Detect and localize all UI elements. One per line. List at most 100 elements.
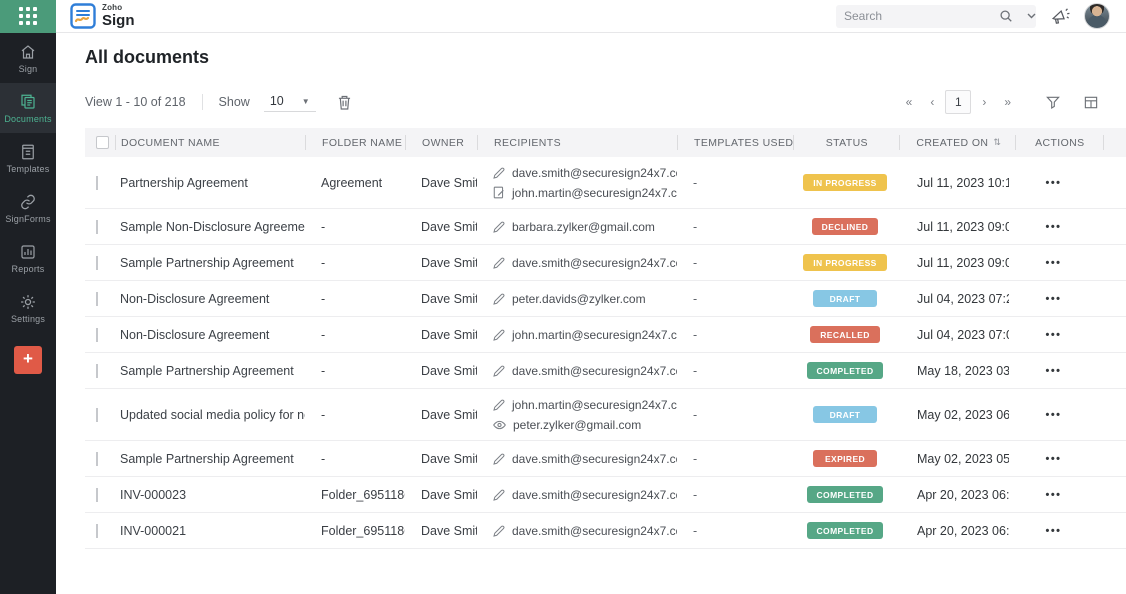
- row-actions-menu-icon[interactable]: •••: [1045, 257, 1061, 269]
- row-checkbox[interactable]: [96, 488, 98, 502]
- sidebar-item-sign[interactable]: Sign: [0, 33, 56, 83]
- document-name[interactable]: INV-000023: [115, 488, 305, 502]
- pen-icon: [493, 453, 505, 465]
- row-checkbox-cell: [85, 364, 115, 378]
- row-checkbox[interactable]: [96, 452, 98, 466]
- status-cell: EXPIRED: [787, 450, 893, 467]
- document-name[interactable]: Sample Non-Disclosure Agreement: [115, 220, 305, 234]
- status-badge: IN PROGRESS: [803, 254, 886, 271]
- folder-name: -: [305, 328, 405, 342]
- create-document-button[interactable]: +: [14, 346, 42, 374]
- templates-used: -: [677, 176, 787, 190]
- trash-icon[interactable]: [338, 95, 351, 110]
- recipients-cell: dave.smith@securesign24x7.com: [477, 256, 677, 270]
- actions-cell: •••: [1009, 489, 1098, 501]
- column-header-created-on[interactable]: CREATED ON ⇅: [899, 135, 1015, 150]
- status-cell: IN PROGRESS: [787, 174, 893, 191]
- templates-used: -: [677, 328, 787, 342]
- recipient-email: dave.smith@securesign24x7.com: [512, 488, 677, 502]
- row-checkbox[interactable]: [96, 256, 98, 270]
- table-row[interactable]: Sample Partnership Agreement-Dave Smithd…: [85, 441, 1126, 477]
- table-row[interactable]: Sample Partnership Agreement-Dave Smithd…: [85, 245, 1126, 281]
- templates-used: -: [677, 220, 787, 234]
- recipient: dave.smith@securesign24x7.com: [493, 524, 677, 538]
- row-actions-menu-icon[interactable]: •••: [1045, 329, 1061, 341]
- sidebar-item-documents[interactable]: Documents: [0, 83, 56, 133]
- page-size-select[interactable]: 10 ▼: [264, 92, 316, 112]
- row-checkbox[interactable]: [96, 408, 98, 422]
- pagination-prev-button[interactable]: ‹: [921, 95, 943, 109]
- select-all-checkbox[interactable]: [96, 136, 109, 149]
- templates-used: -: [677, 452, 787, 466]
- announcement-icon[interactable]: [1050, 7, 1070, 25]
- table-row[interactable]: Partnership AgreementAgreementDave Smith…: [85, 157, 1126, 209]
- sidebar-item-templates[interactable]: Templates: [0, 133, 56, 183]
- row-actions-menu-icon[interactable]: •••: [1045, 365, 1061, 377]
- recipient-email: peter.zylker@gmail.com: [513, 418, 641, 432]
- table-row[interactable]: Non-Disclosure Agreement-Dave Smithjohn.…: [85, 317, 1126, 353]
- row-checkbox[interactable]: [96, 176, 98, 190]
- table-row[interactable]: INV-000023Folder_695118651Dave Smithdave…: [85, 477, 1126, 513]
- filter-icon[interactable]: [1046, 96, 1060, 109]
- row-checkbox[interactable]: [96, 328, 98, 342]
- document-name[interactable]: Sample Partnership Agreement: [115, 452, 305, 466]
- pagination-last-button[interactable]: »: [995, 95, 1020, 109]
- recipient: peter.zylker@gmail.com: [493, 418, 677, 432]
- pen-icon: [493, 329, 505, 341]
- created-on-date: Apr 20, 2023 06:43: [893, 524, 1009, 538]
- column-header-label: DOCUMENT NAME: [121, 137, 220, 149]
- document-name[interactable]: Updated social media policy for new hire…: [115, 408, 305, 422]
- row-checkbox-cell: [85, 256, 115, 270]
- document-name[interactable]: INV-000021: [115, 524, 305, 538]
- document-name[interactable]: Partnership Agreement: [115, 176, 305, 190]
- row-checkbox[interactable]: [96, 364, 98, 378]
- pagination-first-button[interactable]: «: [897, 95, 922, 109]
- row-checkbox-cell: [85, 292, 115, 306]
- table-row[interactable]: Sample Non-Disclosure Agreement-Dave Smi…: [85, 209, 1126, 245]
- document-name[interactable]: Non-Disclosure Agreement: [115, 292, 305, 306]
- row-checkbox[interactable]: [96, 524, 98, 538]
- row-actions-menu-icon[interactable]: •••: [1045, 221, 1061, 233]
- document-name[interactable]: Sample Partnership Agreement: [115, 256, 305, 270]
- row-actions-menu-icon[interactable]: •••: [1045, 177, 1061, 189]
- app-grid-button[interactable]: [0, 0, 56, 33]
- zoho-sign-logo-icon: [70, 3, 96, 29]
- document-name[interactable]: Non-Disclosure Agreement: [115, 328, 305, 342]
- table-header-row: DOCUMENT NAMEFOLDER NAMEOWNERRECIPIENTST…: [85, 128, 1126, 157]
- user-avatar[interactable]: [1084, 3, 1110, 29]
- search-input[interactable]: [844, 9, 999, 23]
- row-actions-menu-icon[interactable]: •••: [1045, 293, 1061, 305]
- folder-name: -: [305, 256, 405, 270]
- sort-icon[interactable]: ⇅: [993, 137, 1001, 148]
- table-row[interactable]: Updated social media policy for new hire…: [85, 389, 1126, 441]
- row-actions-menu-icon[interactable]: •••: [1045, 453, 1061, 465]
- row-actions-menu-icon[interactable]: •••: [1045, 489, 1061, 501]
- table-row[interactable]: INV-000021Folder_695118651Dave Smithdave…: [85, 513, 1126, 549]
- status-cell: COMPLETED: [787, 522, 893, 539]
- column-header-label: CREATED ON: [916, 137, 988, 149]
- table-row[interactable]: Non-Disclosure Agreement-Dave Smithpeter…: [85, 281, 1126, 317]
- sidebar-item-signforms[interactable]: SignForms: [0, 183, 56, 233]
- search-icon[interactable]: [999, 9, 1013, 23]
- row-actions-menu-icon[interactable]: •••: [1045, 525, 1061, 537]
- sidebar-item-reports[interactable]: Reports: [0, 233, 56, 283]
- sidebar-item-settings[interactable]: Settings: [0, 283, 56, 333]
- owner-name: Dave Smith: [405, 292, 477, 306]
- pagination-next-button[interactable]: ›: [973, 95, 995, 109]
- row-checkbox-cell: [85, 452, 115, 466]
- row-actions-menu-icon[interactable]: •••: [1045, 409, 1061, 421]
- row-checkbox[interactable]: [96, 220, 98, 234]
- templates-used: -: [677, 256, 787, 270]
- search-box[interactable]: [836, 5, 1036, 28]
- recipients-cell: john.martin@securesign24x7.competer.zylk…: [477, 398, 677, 432]
- column-settings-icon[interactable]: [1084, 96, 1098, 109]
- toolbar: View 1 - 10 of 218 Show 10 ▼ « ‹ 1 › »: [85, 89, 1098, 115]
- page-size-chevron-icon: ▼: [302, 97, 310, 106]
- pen-icon: [493, 293, 505, 305]
- status-cell: IN PROGRESS: [787, 254, 893, 271]
- row-checkbox[interactable]: [96, 292, 98, 306]
- pagination-current-page[interactable]: 1: [945, 90, 971, 114]
- search-chevron-down-icon[interactable]: [1027, 13, 1036, 19]
- table-row[interactable]: Sample Partnership Agreement-Dave Smithd…: [85, 353, 1126, 389]
- document-name[interactable]: Sample Partnership Agreement: [115, 364, 305, 378]
